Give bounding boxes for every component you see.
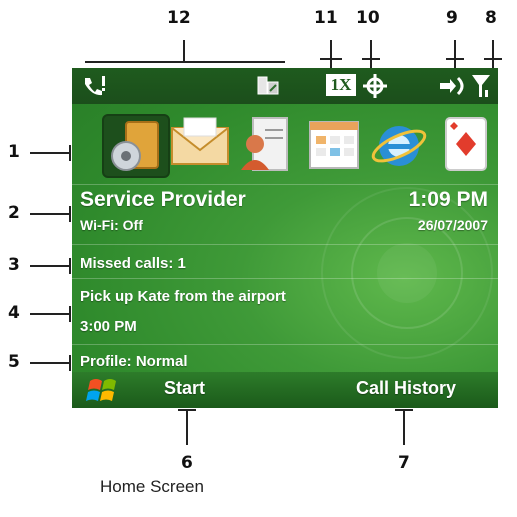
- callout-4: 4: [8, 303, 20, 323]
- leader-7: [403, 409, 405, 445]
- leader-2: [30, 213, 70, 215]
- callout-12: 12: [167, 8, 191, 28]
- divider-1: [72, 184, 498, 185]
- leader-8-h: [484, 58, 502, 60]
- leader-12-h: [85, 61, 285, 63]
- leader-12-v: [183, 40, 185, 62]
- internet-explorer-icon[interactable]: [369, 114, 429, 174]
- figure-caption: Home Screen: [100, 477, 204, 496]
- envelope-graphic: [171, 117, 229, 165]
- contacts-icon[interactable]: [235, 114, 295, 174]
- solitaire-icon[interactable]: [438, 114, 498, 174]
- callout-7: 7: [398, 453, 410, 473]
- appointment-time[interactable]: 3:00 PM: [80, 318, 137, 335]
- callout-10: 10: [356, 8, 380, 28]
- clock-time[interactable]: 1:09 PM: [409, 188, 488, 212]
- leader-5: [30, 362, 70, 364]
- callout-5: 5: [8, 352, 20, 372]
- leader-6: [186, 409, 188, 445]
- calendar-graphic: [309, 121, 359, 169]
- status-bar: 1X: [72, 68, 498, 104]
- signal-strength-icon[interactable]: [470, 73, 492, 99]
- data-connection-icon[interactable]: [436, 74, 466, 98]
- missed-calls-item[interactable]: Missed calls: 1: [80, 255, 186, 272]
- profile-item[interactable]: Profile: Normal: [80, 353, 188, 370]
- phone-missed-call-icon[interactable]: [80, 74, 108, 98]
- leader-11-h: [320, 58, 342, 60]
- service-provider-label: Service Provider: [80, 188, 246, 211]
- callout-9: 9: [446, 8, 458, 28]
- settings-graphic: [111, 121, 159, 171]
- callout-11: 11: [314, 8, 338, 28]
- leader-11-v: [330, 40, 332, 68]
- divider-4: [72, 344, 498, 345]
- leader-3: [30, 265, 70, 267]
- wifi-status[interactable]: Wi-Fi: Off: [80, 217, 143, 233]
- windows-logo-icon[interactable]: [86, 375, 120, 405]
- leader-9-h: [446, 58, 464, 60]
- callout-1: 1: [8, 142, 20, 162]
- messaging-icon[interactable]: [170, 114, 230, 174]
- 1x-network-icon[interactable]: 1X: [326, 74, 356, 96]
- softkey-bar: Start Call History: [72, 372, 498, 408]
- contacts-graphic: [241, 117, 288, 171]
- leader-3-tick: [69, 258, 71, 274]
- divider-3: [72, 278, 498, 279]
- leader-4-tick: [69, 306, 71, 322]
- leader-10-v: [370, 40, 372, 68]
- divider-2: [72, 244, 498, 245]
- leader-6-tick: [178, 409, 196, 411]
- card-graphic: [445, 117, 487, 171]
- leader-10-h: [362, 58, 380, 60]
- callout-8: 8: [485, 8, 497, 28]
- gps-icon[interactable]: [362, 73, 388, 99]
- calendar-icon[interactable]: [304, 114, 364, 174]
- today-screen: 1X Service Provider Wi-Fi: Off 1:09 PM 2…: [72, 68, 498, 408]
- leader-9-v: [454, 40, 456, 68]
- clock-date[interactable]: 26/07/2007: [418, 217, 488, 233]
- call-history-softkey[interactable]: Call History: [356, 378, 456, 399]
- appointment-title[interactable]: Pick up Kate from the airport: [80, 288, 286, 305]
- network-badge-text: 1X: [330, 75, 352, 94]
- callout-6: 6: [181, 453, 193, 473]
- app-icon-row: [72, 104, 498, 184]
- leader-1-tick: [69, 145, 71, 161]
- leader-4: [30, 313, 70, 315]
- settings-icon[interactable]: [102, 114, 170, 178]
- leader-7-tick: [395, 409, 413, 411]
- ie-graphic: [371, 126, 427, 166]
- leader-1: [30, 152, 70, 154]
- leader-5-tick: [69, 355, 71, 371]
- callout-3: 3: [8, 255, 20, 275]
- leader-8-v: [492, 40, 494, 68]
- callout-2: 2: [8, 203, 20, 223]
- leader-2-tick: [69, 206, 71, 222]
- start-softkey[interactable]: Start: [164, 378, 205, 399]
- sync-icon[interactable]: [256, 74, 280, 98]
